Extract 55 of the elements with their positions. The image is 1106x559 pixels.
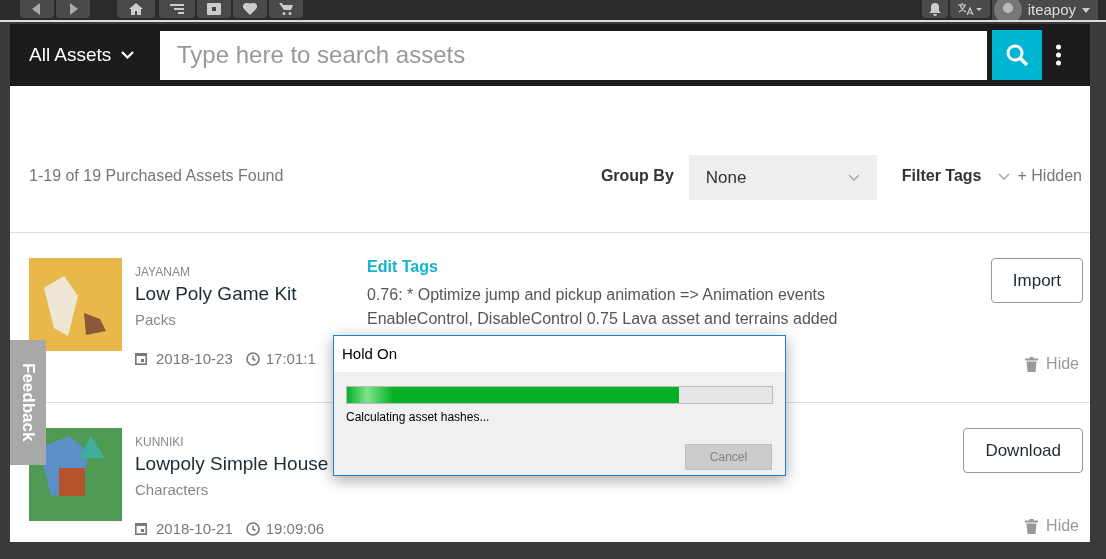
home-icon xyxy=(129,3,143,15)
list-button[interactable] xyxy=(159,0,195,18)
calendar-icon xyxy=(135,352,147,366)
purchase-date: 2018-10-21 xyxy=(156,518,233,539)
cancel-button: Cancel xyxy=(685,444,772,470)
filter-tags-dropdown[interactable]: Filter Tags xyxy=(901,164,1010,188)
thumbnail-drawing[interactable] xyxy=(29,258,122,351)
import-button[interactable]: Import xyxy=(990,258,1083,303)
cart-icon xyxy=(279,3,293,15)
forward-arrow-icon xyxy=(68,3,78,15)
home-button[interactable] xyxy=(117,0,155,18)
asset-category[interactable]: Packs xyxy=(135,309,365,332)
asset-title[interactable]: Low Poly Game Kit xyxy=(135,281,365,307)
purchase-time: 19:09:06 xyxy=(265,518,325,539)
results-count: 1-19 of 19 Purchased Assets Found xyxy=(29,166,284,186)
bell-icon xyxy=(928,2,941,16)
search-field[interactable]: Type here to search assets xyxy=(160,30,987,80)
publisher-name: KUNNIKI xyxy=(135,434,185,451)
back-button[interactable] xyxy=(20,0,54,18)
card-button[interactable] xyxy=(197,0,231,18)
clock-icon xyxy=(245,521,260,536)
caret-icon xyxy=(1082,7,1090,13)
search-icon xyxy=(1005,43,1029,67)
notification-button[interactable] xyxy=(921,0,948,18)
list-icon xyxy=(170,4,184,14)
download-button[interactable]: Download xyxy=(963,428,1083,473)
clock-icon xyxy=(245,351,260,366)
progress-message: Calculating asset hashes... xyxy=(346,409,491,426)
avatar-icon xyxy=(993,0,1022,20)
back-arrow-icon xyxy=(32,3,42,15)
purchase-time: 17:01:1 xyxy=(265,348,316,369)
asset-category[interactable]: Characters xyxy=(135,479,365,502)
hidden-toggle[interactable]: + Hidden xyxy=(1017,164,1082,188)
trash-icon xyxy=(1025,518,1039,534)
account-button[interactable]: iteapoy xyxy=(991,0,1098,20)
language-button[interactable] xyxy=(949,0,990,18)
group-by-label: Group By xyxy=(600,166,674,186)
more-icon xyxy=(1055,44,1061,66)
heart-button[interactable] xyxy=(233,0,267,18)
heart-icon xyxy=(243,3,257,15)
translate-icon xyxy=(957,3,982,15)
dialog-title: Hold On xyxy=(342,343,398,364)
chevron-icon xyxy=(121,51,135,59)
calendar-icon xyxy=(135,522,147,536)
trash-icon xyxy=(1025,356,1039,372)
cart-button[interactable] xyxy=(269,0,303,18)
group-by-dropdown[interactable]: None xyxy=(688,155,877,200)
release-notes: 0.76: * Optimize jump and pickup animation => Animation events EnableControl, DisableControl 0.75 Lava asset and terrains added xyxy=(367,285,839,329)
publisher-name: JAYANAM xyxy=(135,264,191,281)
chevron-icon xyxy=(997,172,1010,180)
forward-button[interactable] xyxy=(56,0,90,18)
card-icon xyxy=(207,3,221,15)
chevron-icon xyxy=(847,174,860,181)
purchase-date: 2018-10-23 xyxy=(156,348,233,369)
scope-dropdown[interactable]: All Assets xyxy=(18,40,160,70)
